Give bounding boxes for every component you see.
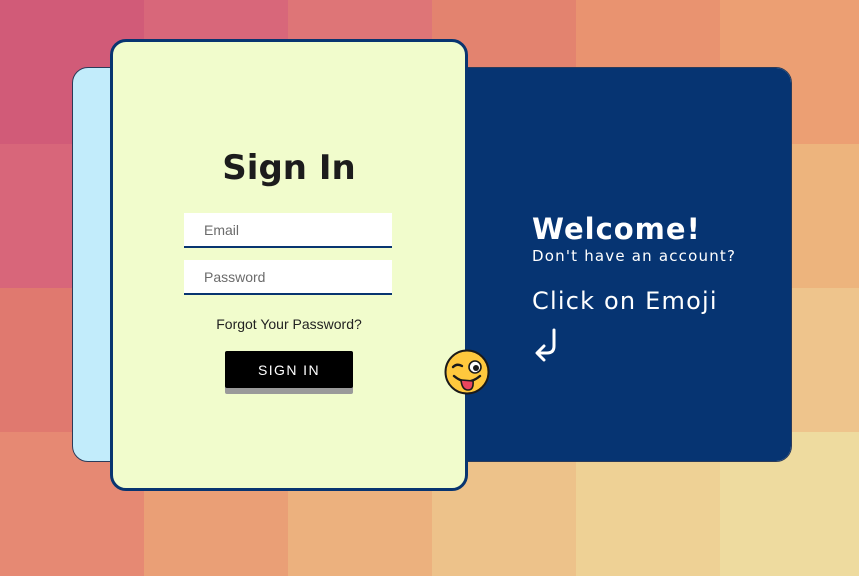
welcome-subtitle: Don't have an account?	[532, 247, 737, 265]
winking-tongue-emoji-icon	[444, 349, 490, 395]
welcome-cta: Click on Emoji	[532, 287, 718, 315]
email-field[interactable]	[184, 213, 392, 248]
emoji-toggle-button[interactable]	[444, 349, 490, 395]
signin-card: Sign In Forgot Your Password? SIGN IN	[110, 39, 468, 491]
signin-button[interactable]: SIGN IN	[225, 351, 353, 388]
welcome-title: Welcome!	[532, 212, 701, 246]
welcome-panel: Welcome! Don't have an account? Click on…	[532, 212, 736, 362]
forgot-password-link[interactable]: Forgot Your Password?	[113, 316, 465, 332]
signin-title: Sign In	[222, 148, 356, 188]
return-arrow-icon	[535, 328, 556, 362]
password-field[interactable]	[184, 260, 392, 295]
